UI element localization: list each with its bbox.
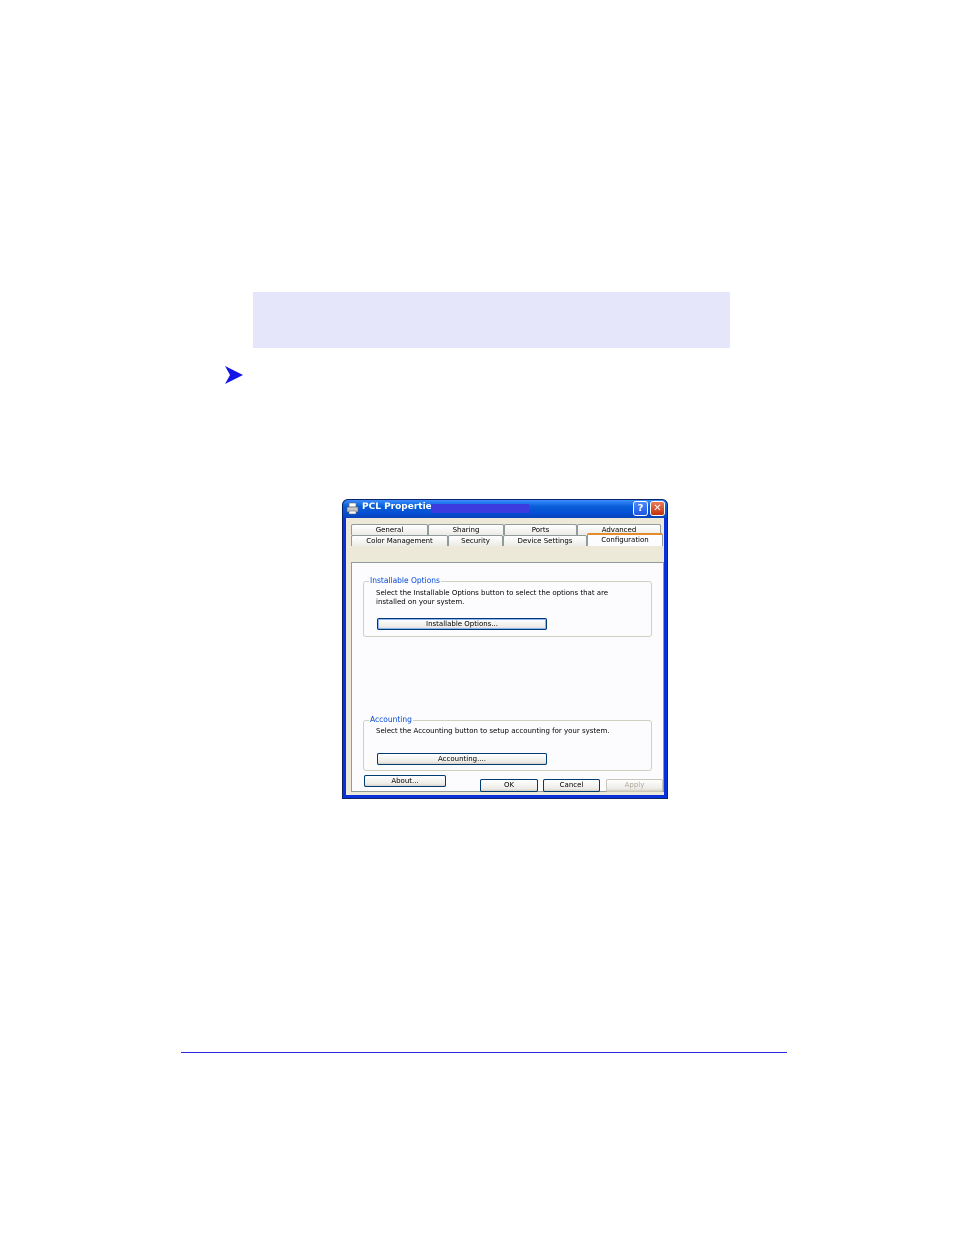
tab-device-settings[interactable]: Device Settings [503, 535, 587, 546]
pcl-properties-dialog: PCL Properties ? ✕ General Sharing Ports… [342, 499, 668, 799]
tab-ports[interactable]: Ports [504, 524, 577, 535]
help-button[interactable]: ? [633, 501, 648, 516]
configuration-panel: Installable Options Select the Installab… [351, 562, 664, 792]
tab-sharing[interactable]: Sharing [428, 524, 504, 535]
close-button[interactable]: ✕ [650, 501, 665, 516]
accounting-group: Accounting Select the Accounting button … [363, 715, 652, 771]
arrow-right-icon [225, 366, 243, 384]
tab-general[interactable]: General [351, 524, 428, 535]
installable-options-description: Select the Installable Options button to… [376, 589, 609, 606]
tab-security[interactable]: Security [448, 535, 503, 546]
accounting-button[interactable]: Accounting.... [377, 753, 547, 765]
dialog-client-area: General Sharing Ports Advanced Color Man… [346, 518, 664, 795]
title-redaction [431, 504, 529, 513]
note-box [253, 292, 730, 348]
installable-options-group: Installable Options Select the Installab… [363, 576, 652, 637]
printer-icon [346, 502, 359, 515]
cancel-button[interactable]: Cancel [543, 779, 600, 792]
bottom-rule [181, 1052, 787, 1053]
installable-options-title: Installable Options [369, 576, 441, 586]
ok-button[interactable]: OK [480, 779, 538, 792]
apply-button[interactable]: Apply [606, 779, 663, 792]
tab-configuration[interactable]: Configuration [587, 533, 663, 546]
installable-options-button[interactable]: Installable Options... [377, 618, 547, 630]
dialog-title: PCL Properties [362, 502, 438, 512]
tab-color-management[interactable]: Color Management [351, 535, 448, 546]
about-button[interactable]: About... [364, 775, 446, 787]
accounting-title: Accounting [369, 715, 413, 725]
title-bar[interactable]: PCL Properties ? ✕ [343, 500, 667, 518]
accounting-description: Select the Accounting button to setup ac… [376, 727, 610, 735]
